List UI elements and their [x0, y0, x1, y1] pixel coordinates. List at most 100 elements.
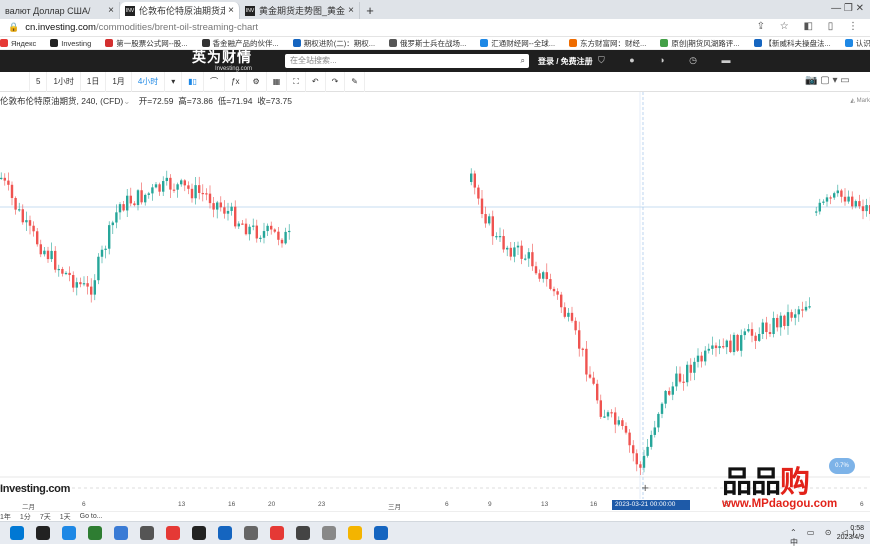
- candle-body: [610, 412, 613, 414]
- interval-button[interactable]: ▾: [165, 71, 183, 92]
- candle-body: [574, 320, 577, 331]
- taskbar-app-icon[interactable]: [36, 526, 50, 540]
- chart-tool-icon[interactable]: ⛶: [287, 71, 306, 92]
- bookmark-item[interactable]: 第一股票公式网--股...: [105, 38, 188, 49]
- candle-body: [484, 214, 487, 224]
- candle-body: [549, 279, 552, 289]
- x-tick-label: 6: [445, 501, 449, 508]
- chart-tool-icon[interactable]: ⌒: [204, 71, 226, 92]
- taskbar-app-icon[interactable]: [88, 526, 102, 540]
- bookmark-item[interactable]: 原创|期货风湖路评...: [660, 38, 740, 49]
- chart-tool-icon[interactable]: ✎: [345, 71, 365, 92]
- taskbar-app-icon[interactable]: [270, 526, 284, 540]
- taskbar-app-icon[interactable]: [192, 526, 206, 540]
- bookmark-item[interactable]: Investing: [50, 39, 91, 48]
- candle-body: [126, 195, 129, 211]
- candle-body: [603, 416, 606, 418]
- crosshair-date-label: 2023-03-21 00:00:00: [612, 500, 690, 510]
- chart-right-tools[interactable]: 📷 ▢ ▾ ▭: [805, 75, 850, 86]
- chart-tool-icon[interactable]: ƒx: [225, 71, 247, 92]
- taskbar-app-icon[interactable]: [374, 526, 388, 540]
- address-bar-icons[interactable]: ⇪ ☆ ◧ ▯ ⋮: [757, 21, 864, 32]
- candle-body: [664, 390, 667, 404]
- window-controls[interactable]: — ❐ ✕: [831, 3, 864, 14]
- range-button[interactable]: 1年: [0, 512, 11, 522]
- taskbar-app-icon[interactable]: [62, 526, 76, 540]
- close-tab-icon[interactable]: ×: [108, 5, 114, 16]
- candle-body: [226, 210, 230, 214]
- taskbar-app-icon[interactable]: [140, 526, 154, 540]
- search-icon[interactable]: ⌕: [521, 54, 525, 68]
- taskbar-app-icon[interactable]: [296, 526, 310, 540]
- candle-body: [588, 374, 592, 378]
- candle-body: [772, 317, 775, 335]
- taskbar-app-icon[interactable]: [166, 526, 180, 540]
- taskbar-app-icon[interactable]: [348, 526, 362, 540]
- candle-body: [718, 346, 721, 349]
- bookmark-item[interactable]: 汇通财经网--全球...: [480, 38, 555, 49]
- candle-body: [599, 400, 602, 417]
- candlestick-chart[interactable]: +: [0, 92, 870, 499]
- close-tab-icon[interactable]: ×: [228, 5, 234, 16]
- crosshair-cursor-icon: +: [641, 483, 649, 494]
- bookmark-item[interactable]: 俄罗斯士兵在战场...: [389, 38, 466, 49]
- candle-body: [779, 315, 782, 328]
- candle-body: [219, 202, 222, 208]
- range-button[interactable]: 1分: [20, 512, 31, 522]
- chart-tool-icon[interactable]: ↷: [326, 71, 346, 92]
- candle-body: [732, 334, 736, 353]
- url-text[interactable]: cn.investing.com/commodities/brent-oil-s…: [25, 22, 258, 33]
- bookmark-item[interactable]: Яндекс: [0, 39, 36, 48]
- address-bar[interactable]: 🔒 cn.investing.com/commodities/brent-oil…: [0, 19, 870, 37]
- candle-body: [783, 315, 786, 326]
- taskbar-app-icon[interactable]: [218, 526, 232, 540]
- candle-body: [531, 252, 534, 267]
- chart-tool-icon[interactable]: ▮▯: [182, 71, 205, 92]
- symbol-search[interactable]: [0, 71, 30, 92]
- interval-button[interactable]: 1月: [106, 71, 132, 92]
- chart-tool-icon[interactable]: ▦: [267, 71, 288, 92]
- candle-body: [172, 189, 176, 191]
- browser-tab-2[interactable]: INV伦敦布伦特原油期货走势图_伦×: [120, 2, 240, 19]
- taskbar-app-icon[interactable]: [322, 526, 336, 540]
- bookmark-item[interactable]: 认识主力：看清这...: [844, 38, 870, 49]
- range-button[interactable]: 7天: [40, 512, 51, 522]
- bookmark-item[interactable]: 期权进阶(二)：期权...: [292, 38, 375, 49]
- site-search-input[interactable]: 在全站搜索... ⌕: [285, 54, 529, 68]
- bookmark-icon: [105, 39, 114, 47]
- interval-button[interactable]: 1小时: [47, 71, 81, 92]
- chart-tool-icon[interactable]: ↶: [306, 71, 326, 92]
- taskbar-app-icon[interactable]: [244, 526, 258, 540]
- candle-body: [506, 247, 509, 250]
- browser-tab-3[interactable]: INV黄金期货走势图_黄金期货市场×: [240, 2, 360, 19]
- browser-tab-1[interactable]: валют Доллар США/×: [0, 2, 120, 19]
- investing-favicon-icon: INV: [245, 5, 255, 16]
- candle-body: [201, 192, 204, 195]
- header-icons[interactable]: ⛉ ● ◑ ◷ ▬: [598, 55, 741, 66]
- candle-body: [776, 317, 779, 328]
- interval-button[interactable]: 4小时: [132, 71, 166, 92]
- site-watermark: 品品购 www.MPdaogou.com: [722, 466, 838, 510]
- clock[interactable]: 0:58 2023/4/9: [837, 524, 864, 542]
- taskbar-app-icon[interactable]: [114, 526, 128, 540]
- bookmark-item[interactable]: 【新威科夫操盘法...: [753, 38, 831, 49]
- range-button[interactable]: 1天: [60, 512, 71, 522]
- candle-body: [747, 329, 750, 332]
- bookmark-item[interactable]: 香金融产品的伙伴...: [201, 38, 279, 49]
- chart-tool-icon[interactable]: ⚙: [247, 71, 267, 92]
- close-tab-icon[interactable]: ×: [348, 5, 354, 16]
- bookmark-item[interactable]: 东方财富网：财经...: [569, 38, 646, 49]
- candle-body: [520, 245, 523, 259]
- login-button[interactable]: 登录 / 免费注册: [538, 56, 593, 67]
- interval-button[interactable]: 5: [30, 71, 48, 92]
- candle-body: [801, 309, 804, 311]
- taskbar-app-icon[interactable]: [10, 526, 24, 540]
- interval-button[interactable]: 1日: [81, 71, 107, 92]
- candle-body: [154, 184, 158, 188]
- candle-body: [797, 309, 800, 315]
- range-button[interactable]: Go to...: [80, 513, 103, 520]
- candle-body: [165, 177, 168, 182]
- new-tab-button[interactable]: +: [360, 2, 380, 19]
- candle-body: [129, 195, 132, 204]
- candle-body: [79, 282, 82, 285]
